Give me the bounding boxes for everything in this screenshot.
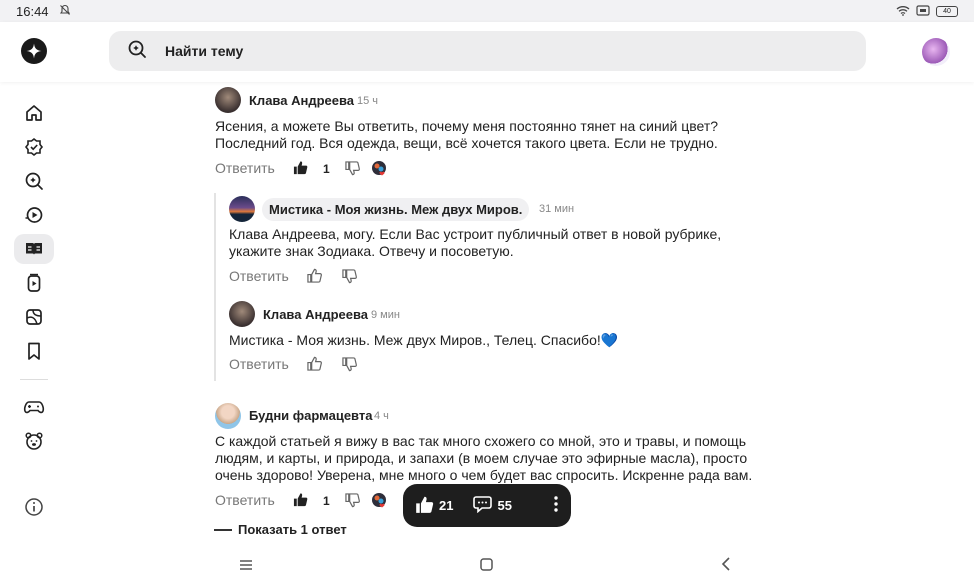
article-comments-button[interactable]: 55: [473, 495, 512, 516]
reply-button[interactable]: Ответить: [229, 356, 289, 372]
battery-icon: 40: [936, 5, 958, 17]
like-count: 1: [323, 494, 330, 508]
author-liked-icon: [371, 492, 388, 514]
thread-line: [214, 193, 216, 381]
avatar[interactable]: [229, 301, 255, 327]
article-like-count: 21: [439, 498, 454, 513]
status-time: 16:44: [16, 3, 49, 19]
comment-time: 9 мин: [371, 309, 400, 321]
explore-icon[interactable]: [14, 166, 54, 196]
battery-level: 40: [943, 7, 951, 15]
top-bar: Найти тему: [0, 22, 974, 82]
floating-action-bar: 21 55: [403, 484, 571, 527]
dislike-icon[interactable]: [345, 161, 360, 181]
comment-author[interactable]: Будни фармацевта: [249, 408, 372, 423]
comment-text: С каждой статьей я вижу в вас так много …: [215, 433, 753, 483]
shorts-icon[interactable]: [14, 268, 54, 298]
wifi-icon: [896, 4, 910, 19]
home-nav-icon[interactable]: [480, 558, 493, 576]
dislike-icon[interactable]: [342, 357, 357, 377]
comment-time: 4 ч: [374, 410, 389, 422]
status-bar: 16:44 40: [0, 0, 974, 22]
articles-icon[interactable]: [14, 234, 54, 264]
like-icon: [415, 495, 434, 517]
comment-author[interactable]: Мистика - Моя жизнь. Меж двух Миров.: [262, 198, 530, 221]
avatar[interactable]: [215, 87, 241, 113]
author-liked-icon: [371, 160, 388, 182]
avatar[interactable]: [229, 196, 255, 222]
video-icon[interactable]: [14, 200, 54, 230]
screen-icon: [916, 4, 930, 19]
like-count: 1: [323, 162, 330, 176]
search-icon: [127, 39, 147, 64]
do-not-disturb-icon: [59, 4, 71, 19]
show-replies-label: Показать 1 ответ: [238, 522, 347, 537]
games-icon[interactable]: [14, 392, 54, 422]
bookmark-icon[interactable]: [14, 336, 54, 366]
subscriptions-icon[interactable]: [14, 132, 54, 162]
show-replies-dash: [214, 528, 232, 531]
like-icon[interactable]: [307, 356, 322, 376]
user-avatar[interactable]: [922, 38, 950, 66]
app-logo-icon[interactable]: [21, 38, 47, 64]
article-like-button[interactable]: 21: [415, 495, 453, 517]
media-icon[interactable]: [14, 302, 54, 332]
comment-text: Мистика - Моя жизнь. Меж двух Миров., Те…: [229, 332, 619, 348]
like-icon[interactable]: [307, 268, 322, 288]
reply-button[interactable]: Ответить: [215, 492, 275, 508]
more-icon[interactable]: [553, 495, 559, 516]
dislike-icon[interactable]: [345, 493, 360, 513]
info-icon[interactable]: [14, 492, 54, 522]
comment-author[interactable]: Клава Андреева: [249, 93, 354, 108]
menu-icon[interactable]: [239, 558, 253, 576]
comment-text: Ясения, а можете Вы ответить, почему мен…: [215, 118, 719, 151]
comment-text: Клава Андреева, могу. Если Вас устроит п…: [229, 226, 722, 259]
like-icon[interactable]: [293, 160, 308, 180]
home-icon[interactable]: [14, 98, 54, 128]
dislike-icon[interactable]: [342, 269, 357, 289]
back-icon[interactable]: [721, 557, 731, 576]
reply-button[interactable]: Ответить: [229, 268, 289, 284]
comment-icon: [473, 495, 493, 516]
comment-author[interactable]: Клава Андреева: [263, 307, 368, 322]
kids-icon[interactable]: [14, 426, 54, 456]
comment-time: 31 мин: [539, 203, 575, 215]
system-nav-bar: [0, 548, 974, 585]
reply-button[interactable]: Ответить: [215, 160, 275, 176]
comment-time: 15 ч: [357, 95, 379, 107]
search-placeholder: Найти тему: [165, 43, 244, 59]
article-comment-count: 55: [497, 498, 512, 513]
like-icon[interactable]: [293, 492, 308, 512]
show-replies-button[interactable]: Показать 1 ответ: [214, 522, 347, 537]
avatar[interactable]: [215, 403, 241, 429]
sidebar-divider: [20, 379, 48, 380]
search-bar[interactable]: Найти тему: [109, 31, 866, 71]
